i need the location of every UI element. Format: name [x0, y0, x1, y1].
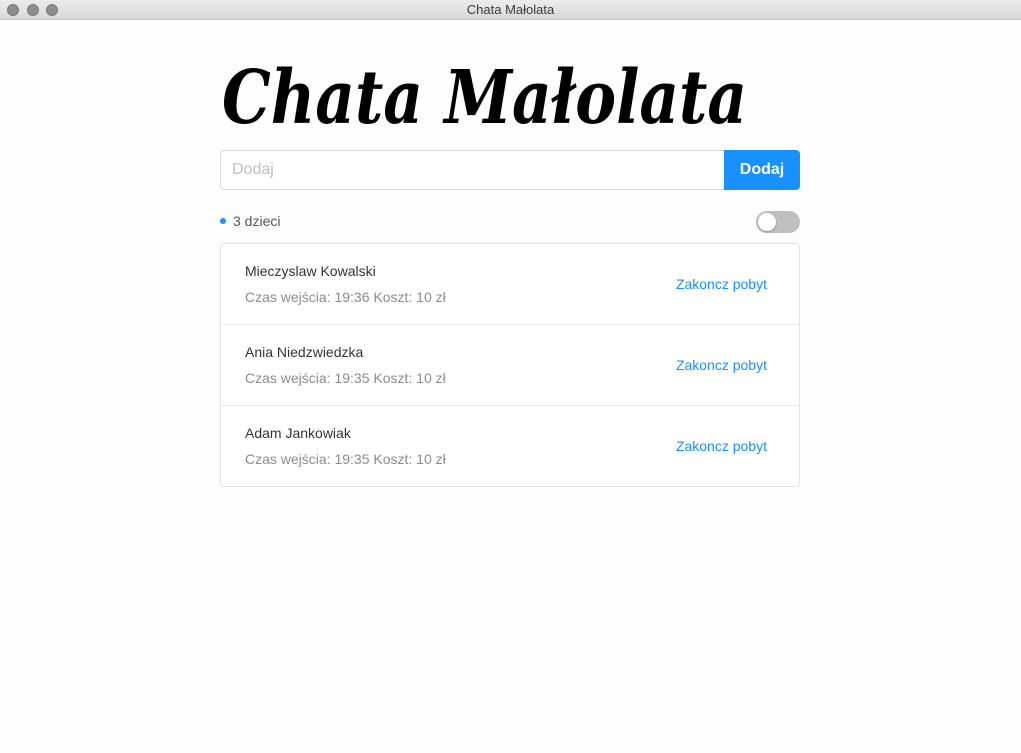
children-count: 3 dzieci — [233, 213, 281, 229]
logo-text: Chata Małolata — [222, 55, 747, 140]
end-stay-button[interactable]: Zakoncz pobyt — [676, 276, 767, 292]
add-child-input[interactable] — [220, 150, 724, 190]
child-name: Ania Niedzwiedzka — [245, 344, 364, 360]
status-dot — [220, 218, 226, 224]
add-child-form: Dodaj — [220, 150, 800, 190]
list-item: Ania Niedzwiedzka Czas wejścia: 19:35 Ko… — [221, 325, 799, 406]
view-toggle-switch[interactable] — [756, 211, 800, 233]
toggle-knob — [758, 213, 776, 231]
list-item: Mieczyslaw Kowalski Czas wejścia: 19:36 … — [221, 244, 799, 325]
list-item: Adam Jankowiak Czas wejścia: 19:35 Koszt… — [221, 406, 799, 487]
child-entry-info: Czas wejścia: 19:36 Koszt: 10 zł — [245, 289, 446, 305]
end-stay-button[interactable]: Zakoncz pobyt — [676, 357, 767, 373]
child-name: Mieczyslaw Kowalski — [245, 263, 376, 279]
app-logo: Chata Małolata — [222, 55, 747, 140]
children-summary: 3 dzieci — [220, 211, 800, 233]
child-name: Adam Jankowiak — [245, 425, 351, 441]
children-list: Mieczyslaw Kowalski Czas wejścia: 19:36 … — [220, 243, 800, 487]
end-stay-button[interactable]: Zakoncz pobyt — [676, 438, 767, 454]
add-child-button[interactable]: Dodaj — [724, 150, 800, 190]
window-titlebar: Chata Małolata — [0, 0, 1021, 20]
child-entry-info: Czas wejścia: 19:35 Koszt: 10 zł — [245, 451, 446, 467]
child-entry-info: Czas wejścia: 19:35 Koszt: 10 zł — [245, 370, 446, 386]
window-title: Chata Małolata — [466, 2, 555, 17]
